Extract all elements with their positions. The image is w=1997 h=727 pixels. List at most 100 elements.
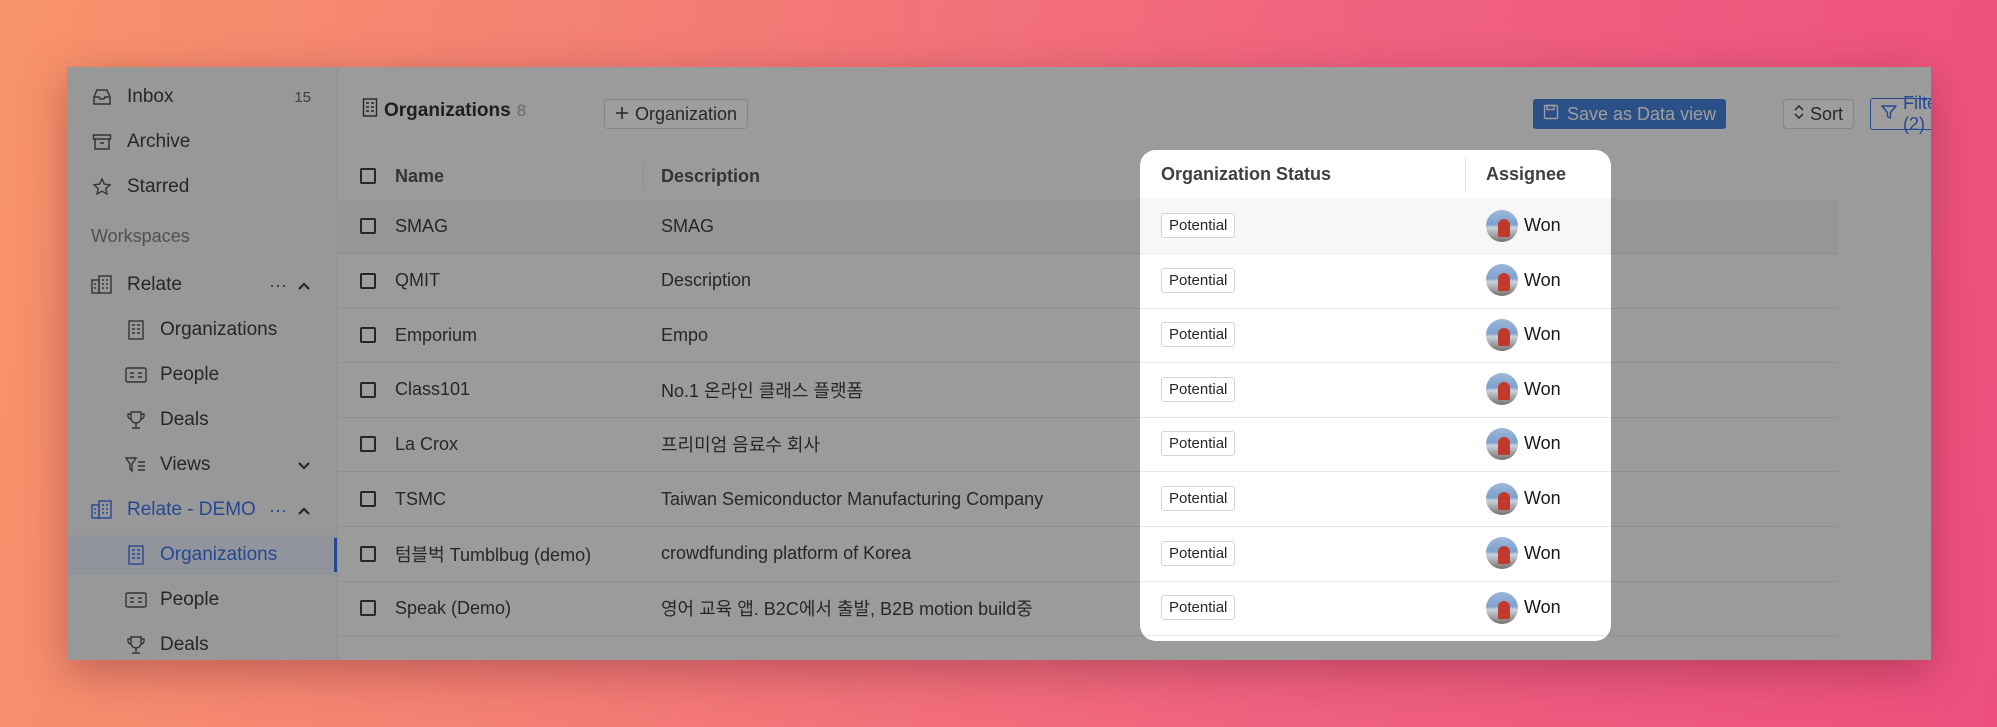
highlighted-columns-panel: Organization Status Assignee Potential Wo… <box>1140 150 1611 641</box>
table-row[interactable]: Class101 No.1 온라인 클래스 플랫폼 <box>338 363 1838 418</box>
organization-description: Empo <box>661 324 709 345</box>
avatar <box>1486 482 1518 515</box>
sidebar-item-deals[interactable]: Deals <box>67 400 337 440</box>
sidebar-item-people[interactable]: People <box>67 355 337 395</box>
header-name[interactable]: Name <box>395 153 444 199</box>
status-badge[interactable]: Potential <box>1161 595 1236 621</box>
sort-label: Sort <box>1810 103 1844 124</box>
organization-description: 프리미엄 음료수 회사 <box>661 435 821 456</box>
status-badge[interactable]: Potential <box>1161 267 1236 293</box>
organization-description: No.1 온라인 클래스 플랫폼 <box>661 380 864 401</box>
record-count: 8 <box>516 100 527 120</box>
status-badge[interactable]: Potential <box>1161 213 1236 238</box>
assignee-name[interactable]: Won <box>1524 215 1561 236</box>
archive-icon <box>91 131 113 153</box>
trophy-icon <box>125 409 147 431</box>
chevron-up-icon[interactable] <box>297 500 311 521</box>
sidebar-item-deals-demo[interactable]: Deals <box>67 625 337 660</box>
assignee-name[interactable]: Won <box>1524 488 1561 509</box>
status-badge[interactable]: Potential <box>1161 431 1236 457</box>
avatar <box>1486 537 1518 570</box>
status-badge[interactable]: Potential <box>1161 486 1236 511</box>
status-badge[interactable]: Potential <box>1161 322 1236 348</box>
table-row[interactable]: Potential Won <box>1140 471 1611 527</box>
sidebar-item-inbox[interactable]: Inbox 15 <box>67 77 337 117</box>
filter-button[interactable]: Filter (2) <box>1870 93 1931 134</box>
organization-name[interactable]: 텀블벅 Tumblbug (demo) <box>395 527 591 581</box>
select-all-checkbox[interactable] <box>360 153 376 199</box>
assignee-name[interactable]: Won <box>1524 270 1561 291</box>
organization-name[interactable]: QMIT <box>395 254 440 308</box>
assignee-name[interactable]: Won <box>1524 543 1561 564</box>
workspace-label: Relate - DEMO <box>127 499 256 520</box>
avatar <box>1486 318 1518 351</box>
chevron-up-icon[interactable] <box>297 275 311 296</box>
chevron-down-icon[interactable] <box>297 455 311 476</box>
row-checkbox[interactable] <box>360 363 376 417</box>
table-row[interactable]: SMAG SMAG <box>338 199 1838 254</box>
organization-name[interactable]: Speak (Demo) <box>395 581 511 635</box>
table-row[interactable]: Potential Won <box>1140 416 1611 473</box>
contact-card-icon <box>125 589 147 611</box>
star-icon <box>91 176 113 198</box>
more-options-icon[interactable]: ··· <box>269 500 287 521</box>
sidebar-item-label: People <box>160 364 220 385</box>
table-row[interactable]: Speak (Demo) 영어 교육 앱. B2C에서 출발, B2B motio… <box>338 581 1838 637</box>
organization-description: Taiwan Semiconductor Manufacturing Compa… <box>661 488 1044 509</box>
sidebar-item-organizations[interactable]: Organizations <box>67 310 337 350</box>
more-options-icon[interactable]: ··· <box>269 275 287 296</box>
status-badge[interactable]: Potential <box>1161 540 1236 566</box>
assignee-name[interactable]: Won <box>1524 433 1561 454</box>
sidebar-item-starred[interactable]: Starred <box>67 167 337 207</box>
table-row[interactable]: QMIT Description <box>338 254 1838 309</box>
toolbar: Organizations 8 Organization Save as Dat… <box>338 67 1931 147</box>
organization-name[interactable]: TSMC <box>395 472 446 526</box>
table-row[interactable]: La Crox 프리미엄 음료수 회사 <box>338 417 1838 473</box>
sidebar-item-people-demo[interactable]: People <box>67 580 337 620</box>
header-description[interactable]: Description <box>661 153 760 199</box>
organization-name[interactable]: Class101 <box>395 363 470 417</box>
sort-button[interactable]: Sort <box>1783 99 1855 129</box>
row-checkbox[interactable] <box>360 308 376 362</box>
row-checkbox[interactable] <box>360 581 376 635</box>
row-checkbox[interactable] <box>360 472 376 526</box>
table-row[interactable]: Potential Won <box>1140 526 1611 582</box>
building-icon <box>362 98 378 123</box>
sidebar-item-views[interactable]: Views <box>67 445 337 485</box>
row-checkbox[interactable] <box>360 254 376 308</box>
page-title: Organizations 8 <box>362 98 526 123</box>
row-checkbox[interactable] <box>360 417 376 471</box>
table-row[interactable]: Potential Won <box>1140 362 1611 418</box>
assignee-name[interactable]: Won <box>1524 324 1561 345</box>
table-row[interactable]: Potential Won <box>1140 198 1611 254</box>
status-badge[interactable]: Potential <box>1161 376 1236 402</box>
add-organization-button[interactable]: Organization <box>604 99 749 129</box>
table-row[interactable]: 텀블벅 Tumblbug (demo) crowdfunding platform… <box>338 527 1838 582</box>
row-checkbox[interactable] <box>360 199 376 253</box>
header-organization-status[interactable]: Organization Status <box>1161 150 1331 198</box>
organization-name[interactable]: Emporium <box>395 308 477 362</box>
table-row[interactable]: Potential Won <box>1140 580 1611 637</box>
building-icon <box>91 499 113 521</box>
organization-name[interactable]: SMAG <box>395 199 448 253</box>
table-row[interactable]: Potential Won <box>1140 307 1611 364</box>
save-as-data-view-button[interactable]: Save as Data view <box>1533 99 1727 129</box>
workspace-label: Relate <box>127 274 182 295</box>
workspace-relate[interactable]: Relate ··· <box>67 265 337 305</box>
workspace-relate-demo[interactable]: Relate - DEMO ··· <box>67 490 337 530</box>
assignee-name[interactable]: Won <box>1524 597 1561 618</box>
assignee-name[interactable]: Won <box>1524 379 1561 400</box>
building-icon <box>91 274 113 296</box>
row-checkbox[interactable] <box>360 527 376 581</box>
sidebar: Inbox 15 Archive Starred Workspaces Rela… <box>67 67 338 660</box>
header-assignee[interactable]: Assignee <box>1486 150 1566 198</box>
sidebar-item-organizations-demo[interactable]: Organizations <box>67 535 337 575</box>
table-row[interactable]: Emporium Empo <box>338 308 1838 364</box>
table-row[interactable]: Potential Won <box>1140 253 1611 309</box>
organization-name[interactable]: La Crox <box>395 417 458 471</box>
sidebar-item-label: Views <box>160 454 211 475</box>
sidebar-item-label: Deals <box>160 634 209 655</box>
table-row[interactable]: TSMC Taiwan Semiconductor Manufacturing C… <box>338 472 1838 527</box>
sidebar-item-label: Organizations <box>160 544 278 565</box>
sidebar-item-archive[interactable]: Archive <box>67 122 337 162</box>
